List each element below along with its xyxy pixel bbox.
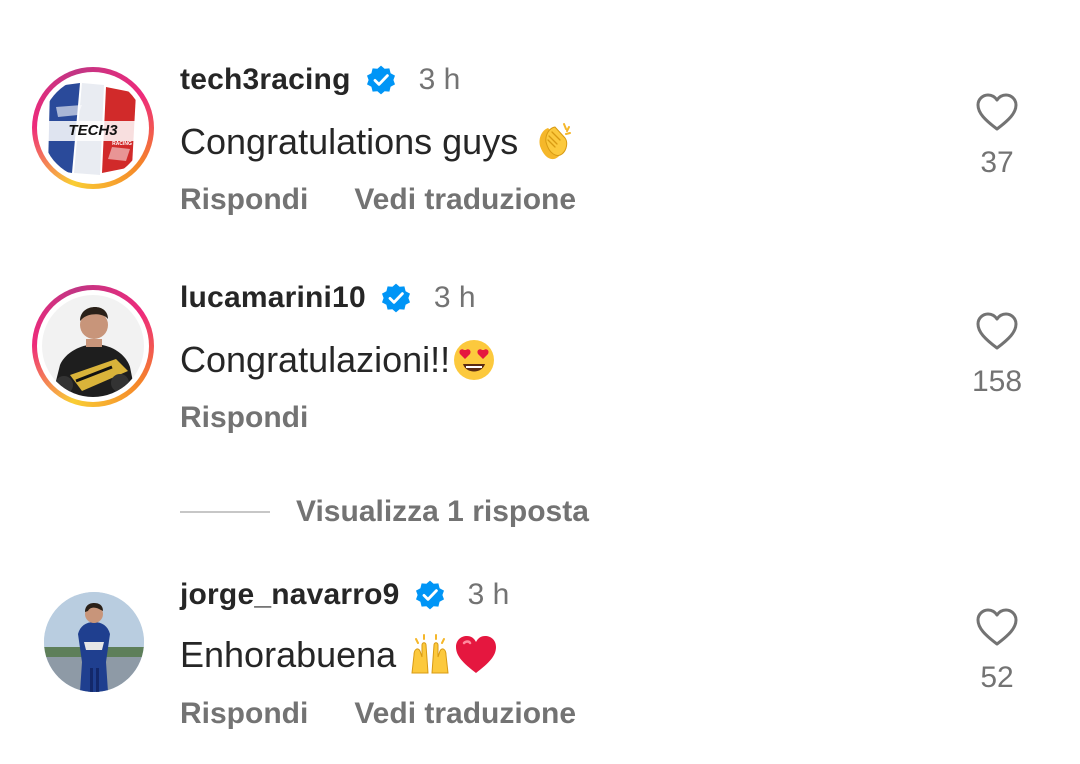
comment-actions: Rispondi Vedi traduzione (180, 694, 622, 734)
comment-header: jorge_navarro9 3 h (180, 575, 509, 615)
comment-item: jorge_navarro9 3 h Enhorabuena Rispondi … (0, 0, 1080, 764)
username[interactable]: jorge_navarro9 (180, 578, 400, 612)
timestamp: 3 h (467, 578, 510, 611)
reply-button[interactable]: Rispondi (180, 697, 308, 731)
heart-icon[interactable] (975, 607, 1019, 647)
comment-body: Enhorabuena (180, 630, 498, 680)
comment-text: Enhorabuena (180, 634, 397, 675)
raising-hands-icon (411, 634, 449, 674)
like-control: 52 (962, 607, 1032, 695)
rider-photo-icon (44, 592, 144, 692)
see-translation-button[interactable]: Vedi traduzione (354, 697, 576, 731)
avatar[interactable] (44, 592, 144, 692)
verified-badge-icon (415, 580, 444, 610)
red-heart-icon (456, 636, 497, 673)
like-count: 52 (980, 661, 1014, 694)
